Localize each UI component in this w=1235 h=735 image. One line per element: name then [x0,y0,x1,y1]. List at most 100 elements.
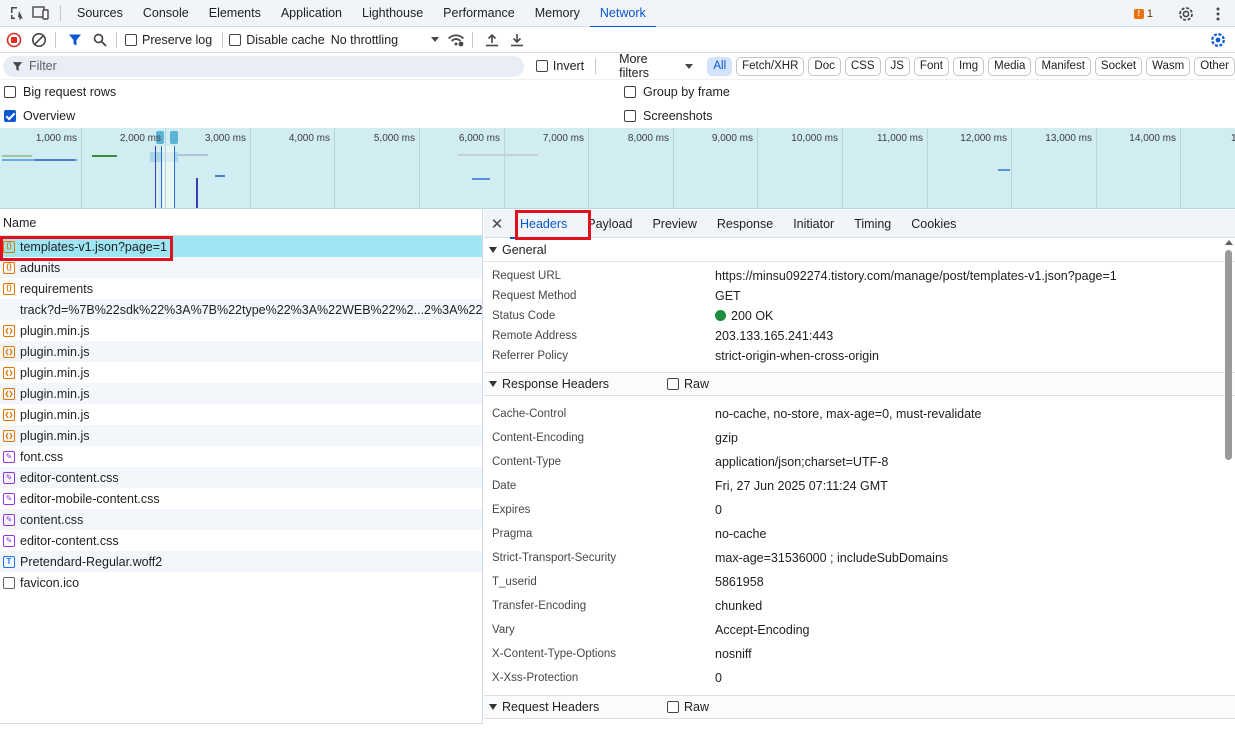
tab-response[interactable]: Response [707,210,783,238]
preserve-log-checkbox[interactable]: Preserve log [125,33,212,47]
tab-console[interactable]: Console [133,0,199,27]
tab-payload[interactable]: Payload [577,210,642,238]
checkbox-box-checked[interactable] [4,110,16,122]
request-row[interactable]: ✎ font.css [0,446,482,467]
request-row[interactable]: plugin.min.js [0,383,482,404]
request-name: editor-content.css [20,533,119,548]
header-name: X-Xss-Protection [492,672,579,684]
scrollbar-thumb[interactable] [1225,250,1232,460]
tab-preview[interactable]: Preview [642,210,706,238]
filter-type-img[interactable]: Img [952,56,985,76]
filter-type-media[interactable]: Media [988,56,1032,76]
raw-checkbox[interactable]: Raw [667,700,709,714]
export-har-icon[interactable] [506,29,528,51]
tab-cookies[interactable]: Cookies [901,210,966,238]
clear-icon[interactable] [28,29,50,51]
big-request-rows-checkbox[interactable]: Big request rows [4,85,116,99]
tab-headers[interactable]: Headers [510,210,578,239]
tab-sources[interactable]: Sources [67,0,133,27]
group-by-frame-checkbox[interactable]: Group by frame [624,85,730,99]
tab-timing[interactable]: Timing [844,210,901,238]
request-headers-section-header[interactable]: Request Headers Raw [484,695,1235,719]
timeline-gridline [757,128,758,208]
general-section-header[interactable]: General [484,238,1235,262]
header-value: no-cache, no-store, max-age=0, must-reva… [715,407,982,421]
group-by-frame-label: Group by frame [643,85,730,99]
record-stop-icon[interactable] [3,29,25,51]
filter-funnel-icon[interactable] [64,29,86,51]
request-row[interactable]: ✎ editor-content.css [0,467,482,488]
filter-type-wasm[interactable]: Wasm [1146,56,1191,76]
header-name: T_userid [492,576,537,588]
overview-checkbox[interactable]: Overview [4,109,75,123]
request-row[interactable]: plugin.min.js [0,404,482,425]
name-column-header[interactable]: Name [0,210,482,236]
network-conditions-icon[interactable] [445,29,467,51]
filter-type-all[interactable]: All [707,56,733,76]
tab-memory[interactable]: Memory [525,0,590,27]
request-row[interactable]: favicon.ico [0,572,482,593]
raw-checkbox[interactable]: Raw [667,377,709,391]
response-headers-section-header[interactable]: Response Headers Raw [484,372,1235,396]
invert-checkbox[interactable]: Invert [535,59,584,73]
filter-type-fetch-xhr[interactable]: Fetch/XHR [736,56,805,76]
request-row[interactable]: T Pretendard-Regular.woff2 [0,551,482,572]
tab-network[interactable]: Network [589,0,656,28]
settings-gear-icon[interactable] [1175,3,1197,25]
filter-type-js[interactable]: JS [884,56,910,76]
request-name: content.css [20,512,84,527]
disable-cache-checkbox[interactable]: Disable cache [229,33,325,47]
checkbox-box[interactable] [535,60,548,72]
timeline-gridline [250,128,251,208]
tab-performance[interactable]: Performance [433,0,525,27]
search-icon[interactable] [89,29,111,51]
filter-type-socket[interactable]: Socket [1094,56,1143,76]
request-row[interactable]: plugin.min.js [0,362,482,383]
selection-window[interactable] [161,146,175,208]
request-row[interactable]: {} adunits [0,257,482,278]
tab-application[interactable]: Application [271,0,352,27]
filter-type-css[interactable]: CSS [844,56,881,76]
throttling-value: No throttling [330,32,399,47]
network-settings-pane: Big request rows Overview Group by frame… [0,80,1235,128]
request-row[interactable]: plugin.min.js [0,320,482,341]
more-options-icon[interactable] [1207,3,1229,25]
tab-initiator[interactable]: Initiator [783,210,844,238]
checkbox-box[interactable] [624,110,636,122]
network-settings-gear-icon[interactable] [1207,29,1229,51]
request-row[interactable]: plugin.min.js [0,341,482,362]
inspect-element-icon[interactable] [6,2,28,24]
checkbox-box[interactable] [125,33,137,46]
request-row[interactable]: track?d=%7B%22sdk%22%3A%7B%22type%22%3A%… [0,299,482,320]
import-har-icon[interactable] [481,29,503,51]
more-filters-dropdown[interactable]: More filters [619,52,694,80]
checkbox-box[interactable] [624,86,636,98]
header-value: no-cache [715,527,767,541]
request-row[interactable]: ✎ editor-mobile-content.css [0,488,482,509]
device-toolbar-icon[interactable] [30,2,52,24]
screenshots-checkbox[interactable]: Screenshots [624,109,712,123]
tab-elements[interactable]: Elements [199,0,271,27]
scroll-up-arrow-icon[interactable] [1225,240,1233,245]
timeline-overview[interactable]: 1,000 ms 2,000 ms 3,000 ms 4,000 ms 5,000 ms… [0,128,1235,209]
request-row[interactable]: {} templates-v1.json?page=1 [0,236,482,257]
request-row[interactable]: ✎ editor-content.css [0,530,482,551]
request-row[interactable]: plugin.min.js [0,425,482,446]
tab-lighthouse[interactable]: Lighthouse [352,0,433,27]
filter-type-doc[interactable]: Doc [808,56,841,76]
checkbox-box[interactable] [4,86,16,98]
filter-funnel-icon [12,61,23,71]
request-row[interactable]: {} requirements [0,278,482,299]
request-row[interactable]: ✎ content.css [0,509,482,530]
issues-badge[interactable]: ! 1 [1133,8,1153,20]
filter-type-manifest[interactable]: Manifest [1035,56,1091,76]
checkbox-box[interactable] [667,378,679,390]
filter-type-other[interactable]: Other [1194,56,1235,76]
filter-type-font[interactable]: Font [913,56,949,76]
separator [595,58,597,74]
close-icon[interactable]: ✕ [484,215,510,233]
filter-input[interactable]: Filter [3,55,524,77]
throttling-select[interactable]: No throttling [331,33,439,47]
checkbox-box[interactable] [667,701,679,713]
checkbox-box[interactable] [229,33,242,46]
